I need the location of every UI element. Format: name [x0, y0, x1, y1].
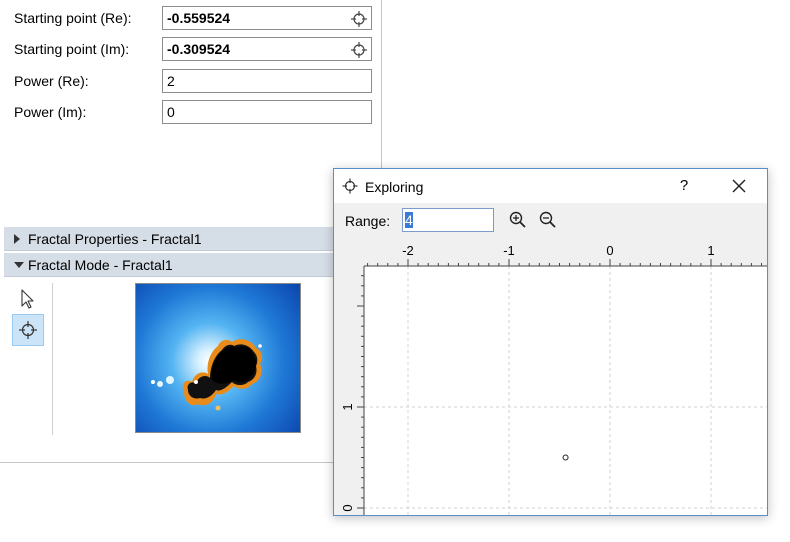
start-re-value: -0.559524 [167, 10, 231, 26]
range-label: Range: [345, 213, 391, 229]
power-im-value: 0 [167, 104, 175, 120]
dialog-title: Exploring [365, 179, 424, 195]
pointer-tool-button[interactable] [12, 283, 44, 315]
prop-row-power-re: Power (Re): 2 [0, 69, 380, 95]
power-im-input[interactable]: 0 [162, 100, 372, 124]
start-re-input[interactable]: -0.559524 [162, 6, 372, 30]
range-value: 4 [405, 212, 413, 228]
section-fractal-mode-label: Fractal Mode - Fractal1 [28, 257, 173, 273]
dialog-titlebar[interactable]: Exploring ? [334, 169, 767, 203]
power-im-label: Power (Im): [14, 104, 87, 120]
fractal-preview-image [135, 283, 301, 433]
collapse-arrow-icon[interactable] [14, 262, 24, 268]
x-tick-label: -1 [503, 243, 515, 258]
explore-plot[interactable]: -2 -1 0 1 1 0 [334, 237, 767, 515]
x-tick-label: -2 [402, 243, 414, 258]
x-tick-label: 1 [707, 243, 714, 258]
prop-row-start-im: Starting point (Im): -0.309524 [0, 37, 380, 63]
help-button[interactable]: ? [671, 175, 697, 197]
section-fractal-properties[interactable]: Fractal Properties - Fractal1 [4, 227, 378, 251]
prop-row-start-re: Starting point (Re): -0.559524 [0, 6, 380, 32]
mode-separator [52, 283, 53, 435]
explore-tool-button[interactable] [12, 314, 44, 346]
y-tick-label: 1 [340, 403, 355, 410]
start-im-label: Starting point (Im): [14, 41, 130, 57]
power-re-input[interactable]: 2 [162, 69, 372, 93]
start-im-input[interactable]: -0.309524 [162, 37, 372, 61]
pointer-icon [21, 289, 34, 309]
expand-arrow-icon[interactable] [14, 234, 20, 244]
close-icon [732, 179, 746, 193]
close-button[interactable] [724, 175, 754, 197]
y-tick-label: 0 [340, 504, 355, 511]
crosshair-icon [19, 321, 37, 339]
power-re-value: 2 [167, 73, 175, 89]
starting-point-marker [562, 454, 569, 461]
zoom-in-icon[interactable] [508, 210, 528, 230]
range-input[interactable]: 4 [402, 208, 494, 232]
crosshair-icon[interactable] [350, 41, 368, 59]
section-fractal-mode[interactable]: Fractal Mode - Fractal1 [4, 253, 378, 277]
section-fractal-properties-label: Fractal Properties - Fractal1 [28, 231, 202, 247]
crosshair-icon[interactable] [350, 10, 368, 28]
properties-panel: Starting point (Re): -0.559524 Starting … [0, 0, 382, 463]
prop-row-power-im: Power (Im): 0 [0, 100, 380, 126]
x-tick-label: 0 [606, 243, 613, 258]
dialog-toolbar: Range: 4 [334, 203, 767, 237]
plot-background [364, 266, 767, 515]
plot-canvas[interactable]: -2 -1 0 1 1 0 [334, 237, 767, 515]
start-re-label: Starting point (Re): [14, 10, 132, 26]
power-re-label: Power (Re): [14, 73, 89, 89]
crosshair-icon [342, 178, 358, 194]
start-im-value: -0.309524 [167, 41, 231, 57]
exploring-dialog: Exploring ? Range: 4 -2 -1 0 1 1 0 [333, 168, 768, 516]
fractal-image [151, 339, 263, 411]
zoom-out-icon[interactable] [538, 210, 558, 230]
